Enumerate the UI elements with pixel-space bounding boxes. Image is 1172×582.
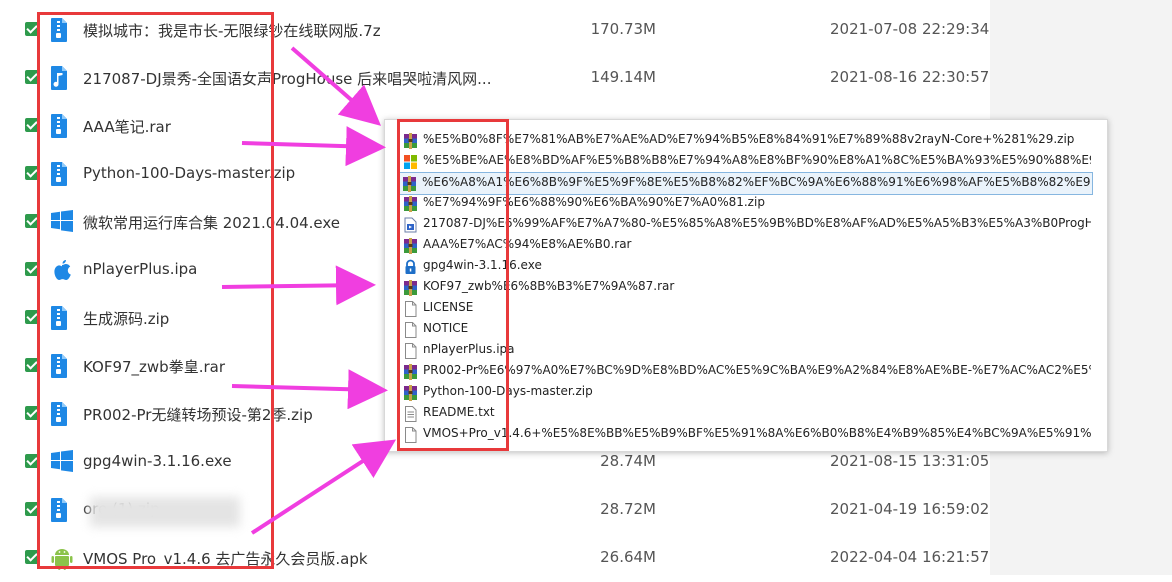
extracted-file-name: gpg4win-3.1.16.exe — [423, 258, 542, 272]
file-size: 28.72M — [600, 500, 656, 518]
file-date: 2021-08-15 13:31:05 — [830, 452, 990, 470]
file-date: 2022-04-04 16:21:57 — [830, 548, 990, 566]
file-size: 149.14M — [590, 68, 656, 86]
highlight-box-file-names — [37, 12, 274, 569]
file-size: 26.64M — [600, 548, 656, 566]
file-date: 2021-04-19 16:59:02 — [830, 500, 990, 518]
extracted-file-name: nPlayerPlus.ipa — [423, 342, 515, 356]
file-date: 2021-07-08 22:29:34 — [830, 20, 990, 38]
extracted-file-name: 217087-DJ%E6%99%AF%E7%A7%80-%E5%85%A8%E5… — [423, 216, 1091, 230]
extracted-file-name: %E5%B0%8F%E7%81%AB%E7%AE%AD%E7%94%B5%E8%… — [423, 132, 1075, 146]
extracted-file-name: KOF97_zwb%E6%8B%B3%E7%9A%87.rar — [423, 279, 675, 293]
highlight-box-popup-icons — [397, 119, 509, 451]
file-size: 28.74M — [600, 452, 656, 470]
extracted-file-name: README.txt — [423, 405, 495, 419]
extracted-file-name: AAA%E7%AC%94%E8%AE%B0.rar — [423, 237, 632, 251]
extracted-file-name: %E7%94%9F%E6%88%90%E6%BA%90%E7%A0%81.zip — [423, 195, 765, 209]
extracted-file-name: VMOS+Pro_v1.4.6+%E5%8E%BB%E5%B9%BF%E5%91… — [423, 426, 1091, 440]
extracted-file-name: LICENSE — [423, 300, 474, 314]
extracted-file-name: %E6%A8%A1%E6%8B%9F%E5%9F%8E%E5%B8%82%EF%… — [422, 175, 1090, 189]
extracted-file-name: PR002-Pr%E6%97%A0%E7%BC%9D%E8%BD%AC%E5%9… — [423, 363, 1091, 377]
extracted-file-name: NOTICE — [423, 321, 469, 335]
file-size: 170.73M — [590, 20, 656, 38]
extracted-file-name: Python-100-Days-master.zip — [423, 384, 593, 398]
extracted-file-name: %E5%BE%AE%E8%BD%AF%E5%B8%B8%E7%94%A8%E8%… — [423, 153, 1091, 167]
file-date: 2021-08-16 22:30:57 — [830, 68, 990, 86]
